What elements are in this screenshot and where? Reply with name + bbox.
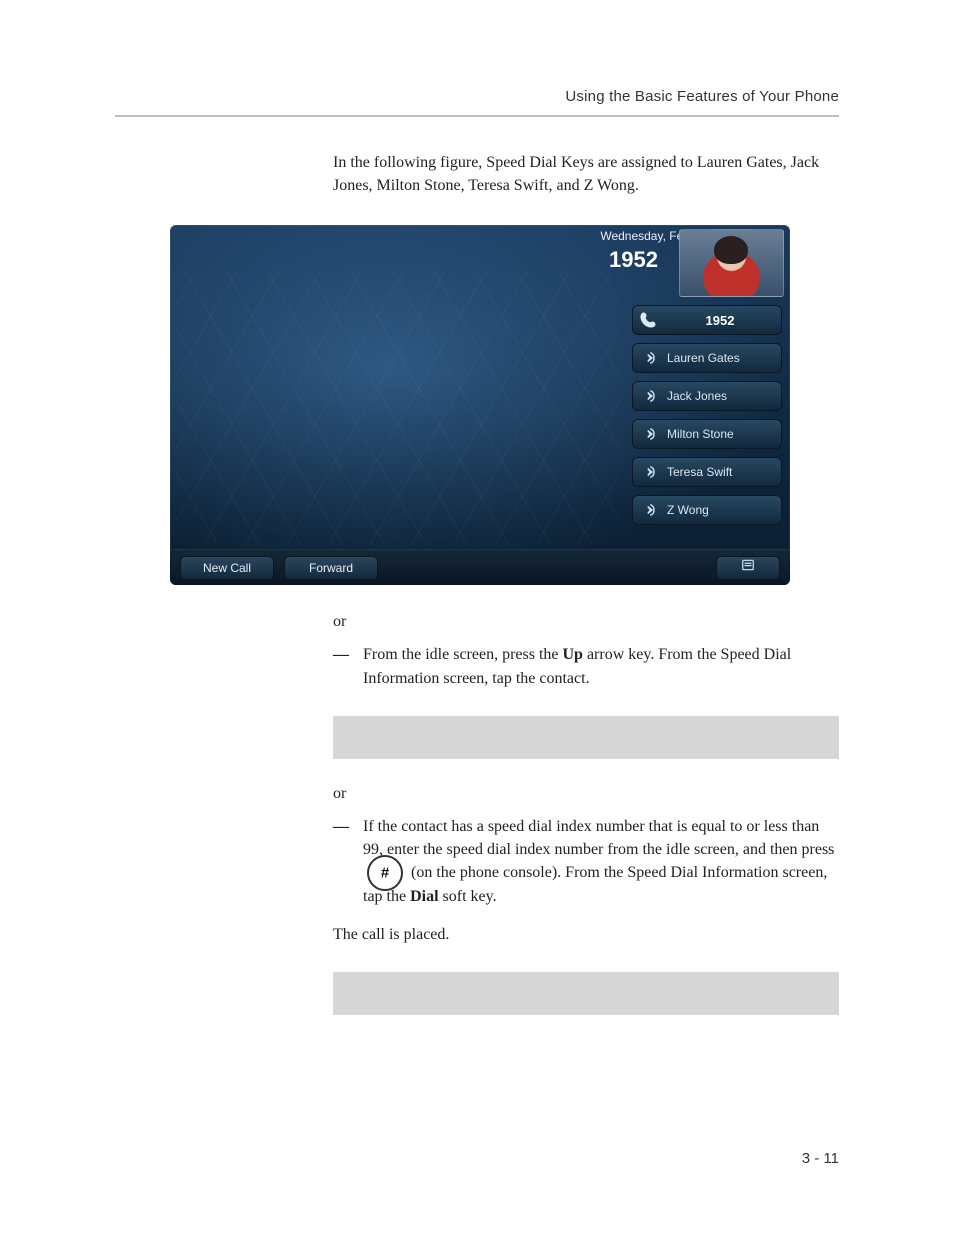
dash-icon: — bbox=[333, 815, 349, 909]
wallpaper-pattern bbox=[176, 271, 620, 545]
line-key-label: 1952 bbox=[667, 313, 773, 328]
bullet-text: If the contact has a speed dial index nu… bbox=[363, 815, 839, 909]
note-placeholder bbox=[333, 716, 839, 759]
bullet-text: From the idle screen, press the Up arrow… bbox=[363, 643, 839, 689]
line-key-label: Lauren Gates bbox=[667, 351, 773, 365]
softkey-bar: New Call Forward bbox=[170, 549, 790, 585]
applications-softkey[interactable] bbox=[716, 556, 780, 580]
speed-dial-icon bbox=[637, 385, 659, 407]
text-run: If the contact has a speed dial index nu… bbox=[363, 818, 834, 858]
speed-dial-icon bbox=[637, 499, 659, 521]
line-key-label: Z Wong bbox=[667, 503, 773, 517]
speed-dial-key[interactable]: Teresa Swift bbox=[632, 457, 782, 487]
document-page: Using the Basic Features of Your Phone I… bbox=[0, 0, 954, 1235]
body-column-cont: or — From the idle screen, press the Up … bbox=[333, 613, 839, 1014]
text-run: From the idle screen, press the bbox=[363, 646, 563, 663]
bullet-item: — From the idle screen, press the Up arr… bbox=[333, 643, 839, 689]
phone-extension: 1952 bbox=[609, 247, 658, 273]
speed-dial-key[interactable]: Z Wong bbox=[632, 495, 782, 525]
text-strong: Up bbox=[563, 646, 583, 663]
avatar bbox=[679, 229, 784, 297]
svg-text:#: # bbox=[381, 865, 390, 882]
phone-screen: Wednesday, February 4 1:30 PM 1952 1952 … bbox=[170, 225, 790, 585]
line-key-column: 1952 Lauren Gates Jack Jones bbox=[632, 305, 782, 525]
handset-icon bbox=[637, 309, 659, 331]
text-strong: Dial bbox=[410, 888, 438, 905]
forward-softkey[interactable]: Forward bbox=[284, 556, 378, 580]
speed-dial-key[interactable]: Lauren Gates bbox=[632, 343, 782, 373]
or-separator: or bbox=[333, 785, 839, 803]
dash-icon: — bbox=[333, 643, 349, 689]
line-key-extension[interactable]: 1952 bbox=[632, 305, 782, 335]
pound-key-icon: # bbox=[367, 855, 403, 891]
menu-icon bbox=[739, 558, 757, 577]
line-key-label: Jack Jones bbox=[667, 389, 773, 403]
speed-dial-key[interactable]: Jack Jones bbox=[632, 381, 782, 411]
or-separator: or bbox=[333, 613, 839, 631]
speed-dial-icon bbox=[637, 347, 659, 369]
new-call-softkey[interactable]: New Call bbox=[180, 556, 274, 580]
line-key-label: Teresa Swift bbox=[667, 465, 773, 479]
phone-figure: Wednesday, February 4 1:30 PM 1952 1952 … bbox=[170, 225, 790, 585]
closing-paragraph: The call is placed. bbox=[333, 923, 839, 946]
intro-paragraph: In the following figure, Speed Dial Keys… bbox=[333, 151, 839, 197]
running-header: Using the Basic Features of Your Phone bbox=[115, 88, 839, 105]
speed-dial-key[interactable]: Milton Stone bbox=[632, 419, 782, 449]
page-number: 3 - 11 bbox=[802, 1150, 839, 1167]
bullet-item: — If the contact has a speed dial index … bbox=[333, 815, 839, 909]
speed-dial-icon bbox=[637, 423, 659, 445]
text-run: soft key. bbox=[439, 888, 497, 905]
line-key-label: Milton Stone bbox=[667, 427, 773, 441]
speed-dial-icon bbox=[637, 461, 659, 483]
body-column: In the following figure, Speed Dial Keys… bbox=[333, 151, 839, 197]
note-placeholder bbox=[333, 972, 839, 1015]
header-rule bbox=[115, 115, 839, 117]
